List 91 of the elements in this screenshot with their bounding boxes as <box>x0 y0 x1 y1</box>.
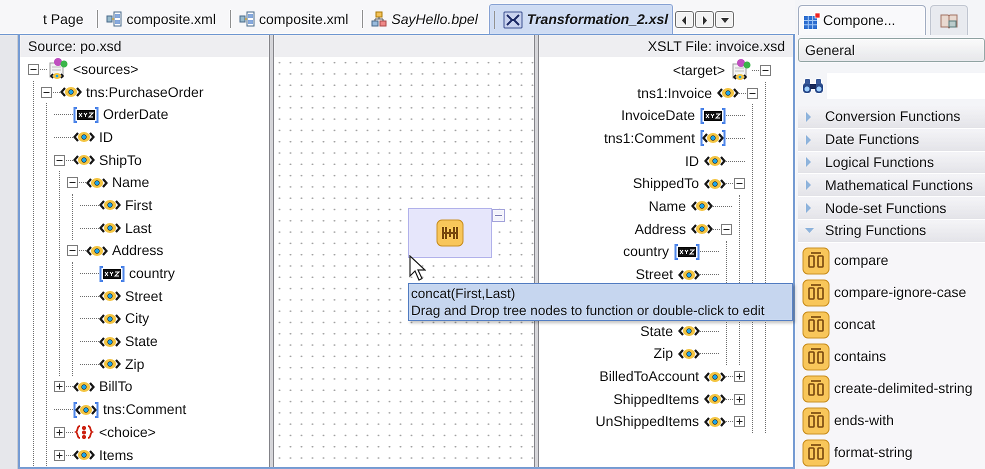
editor-tab[interactable]: t Page <box>40 4 86 34</box>
function-item[interactable]: contains <box>834 346 886 368</box>
tree-node-label[interactable]: ShippedTo <box>632 173 699 194</box>
function-icon <box>802 310 830 339</box>
editor-tab[interactable]: Transformation_2.xsl <box>488 4 674 34</box>
function-item[interactable]: compare-ignore-case <box>834 282 966 304</box>
collapse-icon[interactable] <box>67 245 78 256</box>
function-item[interactable]: ends-with <box>834 410 894 432</box>
collapse-icon[interactable] <box>54 154 65 166</box>
tree-node-label[interactable]: Address <box>112 240 164 262</box>
tree-node-label[interactable]: <target> <box>672 60 725 81</box>
tree-node-label[interactable]: country <box>623 241 669 262</box>
tree-node-label[interactable]: BilledToAccount <box>599 366 699 388</box>
tree-node-label[interactable]: UnShippedItems <box>595 411 699 432</box>
binoculars-icon <box>802 78 824 94</box>
panel-tab[interactable]: Compone... <box>798 5 926 35</box>
concat-function-icon <box>436 219 464 247</box>
expand-icon[interactable] <box>734 371 745 382</box>
function-item[interactable]: compare <box>834 250 888 272</box>
tree-node-label[interactable]: Name <box>112 172 150 194</box>
category-header[interactable]: Logical Functions <box>798 152 985 174</box>
function-icon <box>802 246 830 275</box>
expand-icon[interactable] <box>734 416 745 428</box>
collapse-icon[interactable] <box>760 64 771 76</box>
tree-node-label[interactable]: ShippedItems <box>613 388 699 410</box>
scroll-right-button[interactable] <box>695 11 714 28</box>
transform-icon <box>502 10 523 28</box>
expand-icon[interactable] <box>54 381 65 392</box>
composite-icon <box>238 11 255 27</box>
tree-node-label[interactable]: ShipTo <box>99 150 142 171</box>
tree-node-label[interactable]: State <box>125 331 158 352</box>
function-icon <box>802 374 830 403</box>
panel-tab[interactable] <box>930 5 968 35</box>
tree-node-label[interactable]: BillTo <box>99 376 132 398</box>
tooltip-title: concat(First,Last) <box>411 285 516 302</box>
collapse-icon[interactable] <box>734 178 745 190</box>
function-icon <box>802 438 830 467</box>
scroll-left-button[interactable] <box>675 11 694 28</box>
category-header[interactable]: Conversion Functions <box>798 106 985 129</box>
tree-node-label[interactable]: tns:Comment <box>103 399 186 420</box>
tree-node-label[interactable]: First <box>125 194 152 216</box>
book-icon <box>939 12 959 30</box>
tree-node-label[interactable]: InvoiceDate <box>621 105 695 126</box>
editor-tab[interactable]: composite.xml <box>226 4 352 34</box>
tree-node-label[interactable]: City <box>125 308 150 330</box>
tree-node-label[interactable]: ID <box>685 150 699 172</box>
collapse-icon[interactable] <box>41 86 52 98</box>
function-icon <box>802 278 830 307</box>
tooltip-text: Drag and Drop tree nodes to function or double-click to edit <box>411 302 766 319</box>
tab-list-button[interactable] <box>715 11 734 28</box>
expand-icon[interactable] <box>734 394 745 405</box>
tree-node-label[interactable]: <sources> <box>73 58 138 80</box>
function-icon <box>802 406 830 435</box>
function-item[interactable]: format-string <box>834 442 913 464</box>
mouse-pointer-icon <box>409 255 426 281</box>
category-header[interactable]: Mathematical Functions <box>798 174 985 198</box>
panel-header: XSLT File: invoice.xsd <box>539 35 793 57</box>
grid-icon <box>803 12 821 30</box>
expand-icon[interactable] <box>54 426 65 438</box>
expand-icon[interactable] <box>54 450 65 461</box>
function-node[interactable] <box>408 208 492 258</box>
tree-node-label[interactable]: tns1:Comment <box>604 128 695 149</box>
tree-node-label[interactable]: Address <box>634 218 686 240</box>
function-item[interactable]: concat <box>834 314 876 336</box>
process-diagram-icon <box>371 11 388 27</box>
editor-tab[interactable]: SayHello.bpel <box>359 4 481 34</box>
tree-node-label[interactable]: tns:PurchaseOrder <box>86 82 204 103</box>
tree-node-label[interactable]: OrderDate <box>103 104 168 126</box>
collapse-icon[interactable] <box>28 64 39 75</box>
collapse-icon[interactable] <box>721 224 732 235</box>
composite-icon <box>106 11 122 27</box>
tree-node-label[interactable]: <choice> <box>99 422 156 443</box>
tree-node-label[interactable]: Name <box>648 196 686 217</box>
tree-node-label[interactable]: ID <box>99 126 113 148</box>
dropdown[interactable]: General <box>798 38 985 62</box>
tree-node-label[interactable]: country <box>129 263 175 284</box>
tree-node-label[interactable]: tns1:Invoice <box>637 82 712 104</box>
panel-header: Source: po.xsd <box>20 35 269 57</box>
editor-tab[interactable]: composite.xml <box>94 4 219 34</box>
tree-node-label[interactable]: Zip <box>125 354 144 375</box>
function-icon <box>802 342 830 371</box>
tree-node-label[interactable]: State <box>640 320 673 342</box>
collapse-icon[interactable] <box>747 88 758 99</box>
tree-node-label[interactable]: Last <box>125 218 152 239</box>
tree-node-label[interactable]: Zip <box>654 343 673 364</box>
collapse-icon[interactable] <box>67 177 78 188</box>
tree-node-label[interactable]: Street <box>636 264 673 286</box>
tree-node-label[interactable]: Items <box>99 444 134 466</box>
function-item[interactable]: create-delimited-string <box>834 378 972 400</box>
category-header[interactable]: Node-set Functions <box>798 197 985 220</box>
tree-node-label[interactable]: Street <box>125 286 162 307</box>
